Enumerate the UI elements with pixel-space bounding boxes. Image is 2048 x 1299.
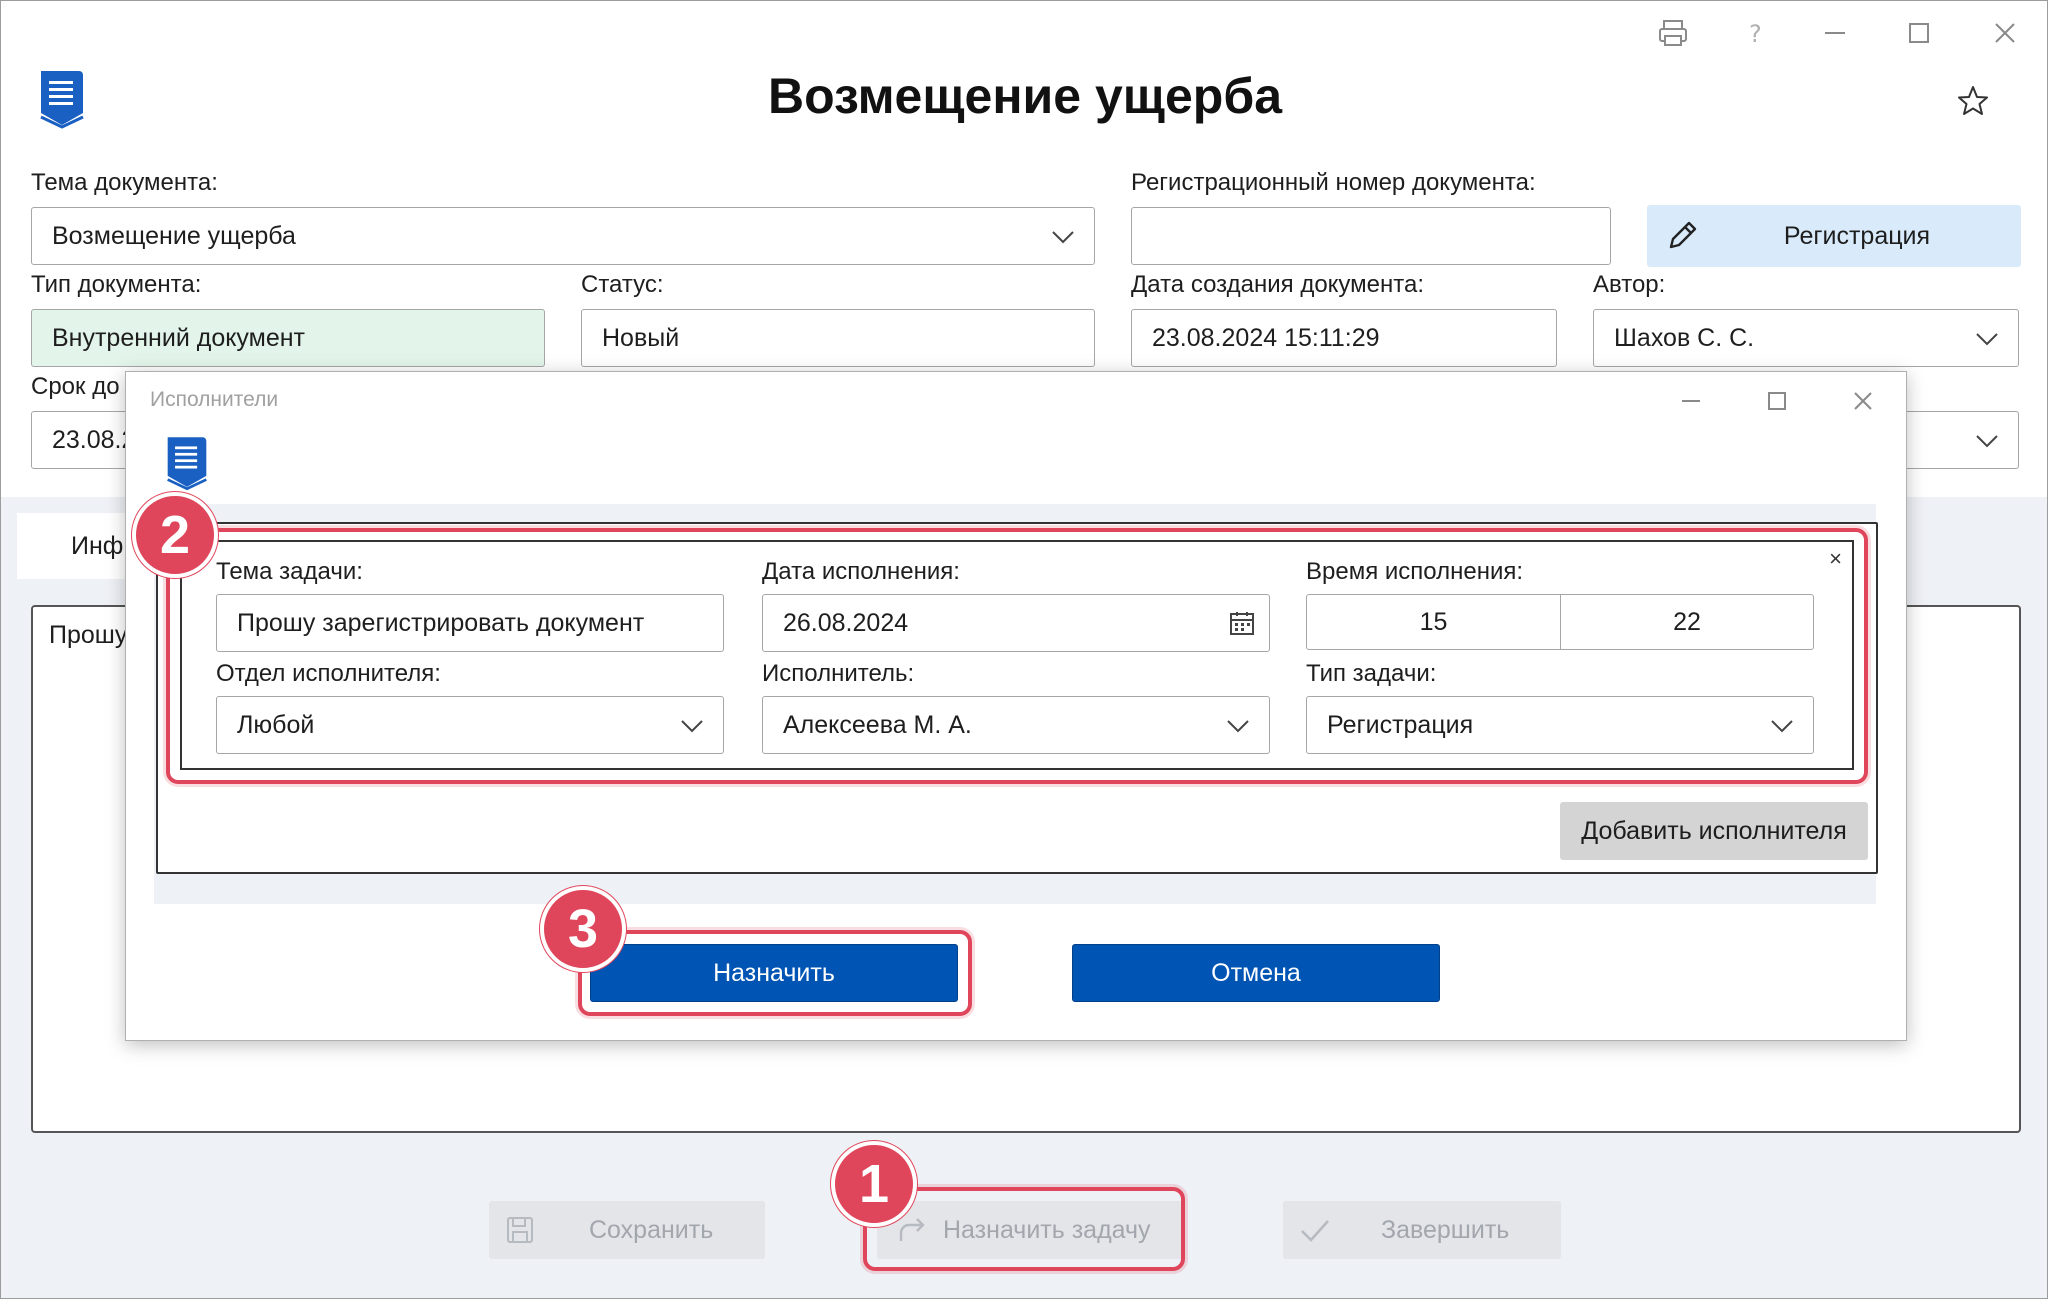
status-field: Новый (581, 309, 1095, 367)
status-label: Статус: (581, 271, 664, 298)
pencil-icon (1669, 221, 1697, 249)
star-icon[interactable] (1955, 83, 1991, 119)
step-badge-2: 2 (132, 492, 218, 578)
save-icon (507, 1217, 533, 1243)
author-value: Шахов С. С. (1614, 324, 1755, 352)
subject-value: Возмещение ущерба (52, 222, 296, 250)
page-title: Возмещение ущерба (767, 68, 1283, 124)
save-button[interactable]: Сохранить (489, 1201, 765, 1259)
highlight-step3 (578, 930, 972, 1016)
dialog-title: Исполнители (150, 388, 279, 411)
finish-button[interactable]: Завершить (1283, 1201, 1561, 1259)
checkmark-icon (1301, 1220, 1329, 1242)
printer-icon[interactable] (1655, 15, 1691, 51)
created-field: 23.08.2024 15:11:29 (1131, 309, 1557, 367)
step-badge-1: 1 (831, 1141, 917, 1227)
created-label: Дата создания документа: (1131, 271, 1425, 298)
finish-button-label: Завершить (1381, 1216, 1510, 1244)
text-editor-content: Прошу (49, 621, 128, 649)
close-icon[interactable] (1987, 15, 2023, 51)
doctype-field: Внутренний документ (31, 309, 545, 367)
executors-dialog: Исполнители × Тема задачи: Прошу зарегис… (125, 371, 1907, 1041)
minimize-icon[interactable] (1674, 384, 1708, 418)
register-button[interactable]: Регистрация (1647, 205, 2021, 267)
step-badge-3: 3 (540, 886, 626, 972)
chevron-down-icon (1976, 435, 1998, 448)
svg-text:?: ? (1749, 20, 1762, 48)
save-button-label: Сохранить (589, 1216, 714, 1244)
cancel-button[interactable]: Отмена (1072, 944, 1440, 1002)
minimize-icon[interactable] (1817, 15, 1853, 51)
register-button-label: Регистрация (1783, 222, 1931, 250)
chevron-down-icon (1976, 333, 1998, 346)
add-executor-button[interactable]: Добавить исполнителя (1560, 802, 1868, 860)
maximize-icon[interactable] (1760, 384, 1794, 418)
subject-label: Тема документа: (31, 169, 218, 196)
main-window: ? Возмещение ущерба Тема документа: Возм… (0, 0, 2048, 1299)
maximize-icon[interactable] (1901, 15, 1937, 51)
author-select[interactable]: Шахов С. С. (1593, 309, 2019, 367)
regnum-label: Регистрационный номер документа: (1131, 169, 1536, 196)
author-label: Автор: (1593, 271, 1666, 298)
help-icon[interactable]: ? (1737, 15, 1773, 51)
chevron-down-icon (1052, 231, 1074, 244)
document-logo-icon (167, 437, 207, 491)
deadline-label: Срок до (31, 373, 120, 400)
doctype-label: Тип документа: (31, 271, 202, 298)
close-icon[interactable] (1846, 384, 1880, 418)
highlight-step2 (166, 528, 1868, 784)
subject-select[interactable]: Возмещение ущерба (31, 207, 1095, 265)
regnum-input[interactable] (1131, 207, 1611, 265)
